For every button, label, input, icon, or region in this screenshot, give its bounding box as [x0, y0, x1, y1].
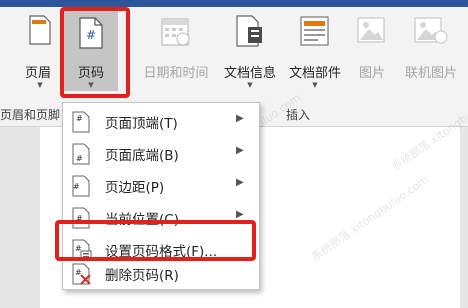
highlight-box-format-page-numbers: [55, 220, 256, 261]
svg-text:#: #: [73, 182, 80, 191]
datetime-label: 日期和时间: [143, 66, 209, 81]
chevron-right-icon: ▶: [236, 113, 244, 124]
doc-parts-label: 文档部件: [288, 66, 341, 81]
menu-item-top-of-page[interactable]: # 页面顶端(T) ▶: [63, 105, 259, 137]
picture-icon: [357, 15, 387, 49]
menu-item-page-margins[interactable]: # 页边距(P) ▶: [63, 169, 259, 201]
menu-item-bottom-of-page[interactable]: # 页面底端(B) ▶: [63, 137, 259, 169]
chevron-down-icon: ▼: [37, 81, 43, 89]
page-top-icon: #: [72, 111, 90, 137]
header-label: 页眉: [24, 66, 51, 81]
picture-label: 图片: [358, 66, 385, 81]
title-bar: [0, 0, 468, 7]
chevron-right-icon: ▶: [236, 209, 244, 220]
doc-info-label: 文档信息: [223, 66, 276, 81]
svg-text:#: #: [76, 114, 83, 123]
chevron-down-icon: ▼: [247, 81, 253, 89]
online-picture-label: 联机图片: [404, 66, 457, 81]
online-picture-button[interactable]: 联机图片: [396, 9, 466, 91]
remove-page-number-icon: #: [72, 263, 92, 289]
menu-item-remove-page-numbers[interactable]: # 删除页码(R): [63, 257, 259, 289]
doc-info-button[interactable]: 文档信息 ▼: [218, 9, 282, 91]
quick-parts-icon: [300, 15, 330, 51]
chevron-down-icon: ▼: [312, 81, 318, 89]
group-label-header-footer: 页眉和页脚: [0, 108, 61, 122]
online-picture-icon: [414, 15, 448, 49]
chevron-right-icon: ▶: [236, 177, 244, 188]
header-icon: [29, 15, 51, 49]
page-bottom-icon: #: [72, 143, 90, 169]
document-info-icon: [236, 15, 264, 51]
highlight-box-page-number: [60, 7, 130, 98]
picture-button[interactable]: 图片: [350, 9, 394, 91]
page-number-menu: # 页面顶端(T) ▶ # 页面底端(B) ▶ # 页边距(P) ▶ # 当前位…: [62, 102, 260, 290]
page-margin-icon: #: [72, 175, 90, 201]
chevron-right-icon: ▶: [236, 145, 244, 156]
doc-parts-button[interactable]: 文档部件 ▼: [282, 9, 348, 91]
datetime-button[interactable]: 日期和时间: [136, 9, 216, 91]
header-button[interactable]: 页眉 ▼: [0, 9, 60, 91]
svg-text:#: #: [76, 154, 83, 163]
calendar-icon: [161, 15, 191, 51]
